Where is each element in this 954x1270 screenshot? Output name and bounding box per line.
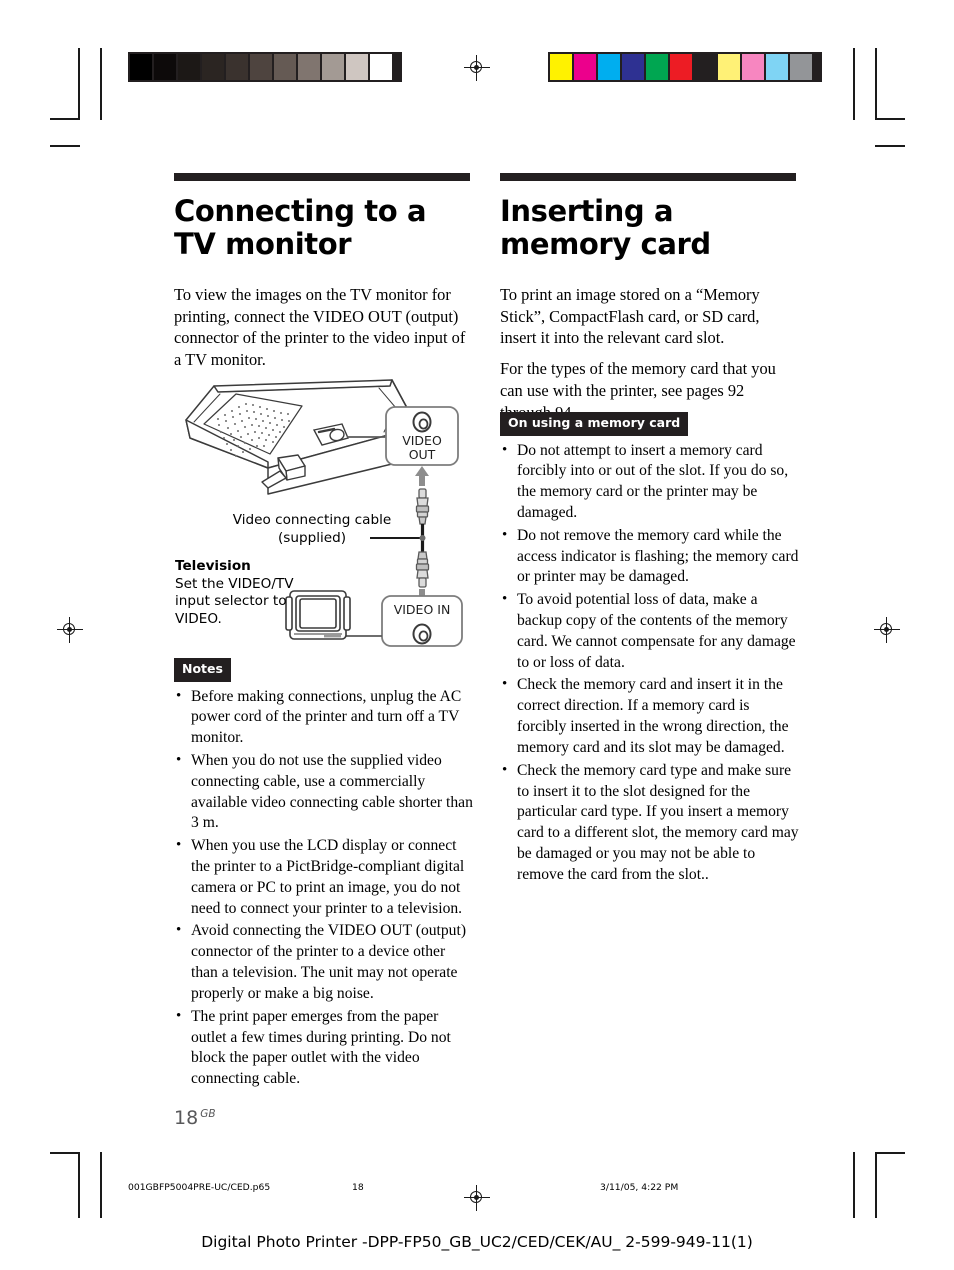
right-column: Inserting a memory card To print an imag… (500, 173, 796, 433)
proof-timestamp: 3/11/05, 4:22 PM (600, 1182, 679, 1193)
page-region-code: GB (200, 1107, 216, 1120)
note-item: Before making connections, unplug the AC… (174, 685, 474, 749)
document-identifier: Digital Photo Printer -DPP-FP50_GB_UC2/C… (201, 1233, 753, 1251)
proof-filename: 001GBFP5004PRE-UC/CED.p65 (128, 1182, 271, 1193)
notes-block-right: On using a memory card Do not attempt to… (500, 406, 800, 888)
video-out-label-line-1: VIDEO (402, 433, 442, 448)
memory-card-note-item: Check the memory card and insert it in t… (500, 674, 800, 758)
figure-caption-television: Television Set the VIDEO/TV input select… (175, 558, 295, 629)
note-item: Avoid connecting the VIDEO OUT (output) … (174, 920, 474, 1004)
video-in-connector-label: VIDEO IN (393, 602, 451, 617)
memory-card-notes-badge: On using a memory card (500, 412, 689, 436)
figure-caption-video-cable: Video connecting cable (supplied) (222, 512, 402, 547)
page-content: Connecting to a TV monitor To view the i… (0, 0, 954, 1270)
cable-caption-line-2: (supplied) (277, 529, 347, 546)
page-title-connecting-tv: Connecting to a TV monitor (174, 194, 427, 262)
notes-list-memory-card: Do not attempt to insert a memory card f… (500, 439, 800, 886)
television-label: Television (175, 558, 251, 574)
memory-card-note-item: Do not attempt to insert a memory card f… (500, 439, 800, 524)
notes-badge: Notes (174, 658, 231, 682)
page-number-value: 18 (174, 1107, 199, 1129)
memory-card-note-item: Check the memory card type and make sure… (500, 760, 800, 886)
memory-card-paragraph-1: To print an image stored on a “Memory St… (500, 284, 760, 348)
proof-page-number: 18 (352, 1182, 364, 1193)
notes-list-connecting-tv: Before making connections, unplug the AC… (174, 685, 474, 1090)
memory-card-note-item: Do not remove the memory card while the … (500, 525, 800, 588)
left-column: Connecting to a TV monitor To view the i… (174, 173, 470, 380)
note-item: When you use the LCD display or connect … (174, 835, 474, 919)
cable-caption-line-1: Video connecting cable (232, 512, 392, 528)
page-number: 18 GB (174, 1107, 216, 1129)
television-instruction: Set the VIDEO/TV input selector to VIDEO… (175, 575, 294, 628)
page-title-inserting-memory-card: Inserting a memory card (500, 194, 711, 262)
section-rule-left (174, 173, 470, 181)
figure-tv-connection-diagram: Video connecting cable (supplied) Televi… (174, 372, 474, 652)
memory-card-note-item: To avoid potential loss of data, make a … (500, 589, 800, 673)
intro-paragraph-connecting-tv: To view the images on the TV monitor for… (174, 284, 466, 370)
video-out-label-line-2: OUT (408, 446, 436, 462)
section-rule-right (500, 173, 796, 181)
note-item: When you do not use the supplied video c… (174, 750, 474, 834)
video-out-connector-label: VIDEO OUT (386, 434, 458, 462)
notes-block-left: Notes Before making connections, unplug … (174, 652, 474, 1092)
note-item: The print paper emerges from the paper o… (174, 1006, 474, 1090)
